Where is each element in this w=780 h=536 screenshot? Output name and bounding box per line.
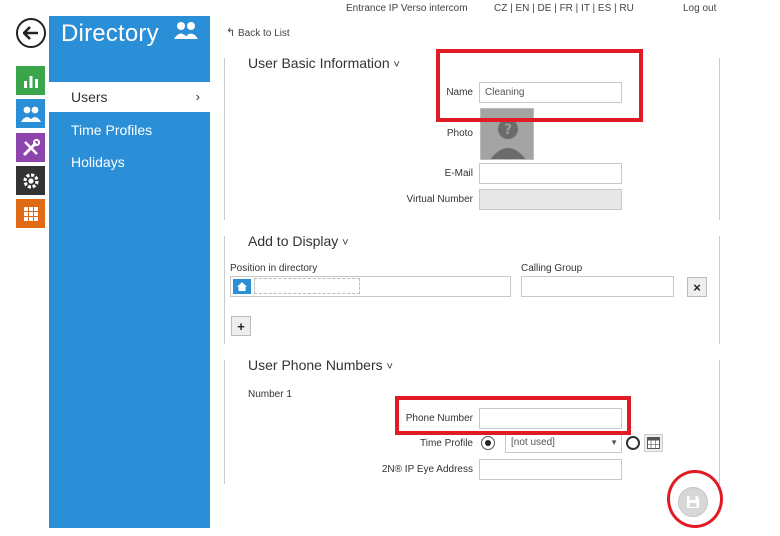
annotation-circle-save bbox=[667, 470, 723, 528]
back-to-list-link[interactable]: ↰ Back to List bbox=[226, 26, 290, 39]
email-field[interactable] bbox=[479, 163, 622, 184]
sidebar-item-holidays[interactable]: Holidays bbox=[49, 147, 210, 177]
time-profile-label: Time Profile bbox=[420, 438, 473, 449]
section-title[interactable]: Add to Display ˅ bbox=[248, 233, 349, 249]
section-title[interactable]: User Basic Information ˅ bbox=[248, 55, 400, 71]
email-label: E-Mail bbox=[444, 168, 473, 179]
tools-icon[interactable] bbox=[16, 133, 45, 162]
radio-selected-icon[interactable] bbox=[481, 436, 495, 450]
chevron-right-icon: › bbox=[195, 89, 200, 104]
sidebar-item-users[interactable]: Users › bbox=[49, 82, 210, 112]
add-to-display-panel: Add to Display ˅ Position in directory C… bbox=[224, 233, 720, 344]
dropdown-arrow-icon: ▼ bbox=[610, 438, 618, 447]
chevron-down-icon: ˅ bbox=[393, 59, 400, 71]
annotation-highlight-phone bbox=[395, 396, 631, 435]
chart-icon[interactable] bbox=[16, 66, 45, 95]
position-label: Position in directory bbox=[230, 263, 318, 274]
grid-icon[interactable] bbox=[16, 199, 45, 228]
users-icon bbox=[173, 20, 199, 45]
sidebar-title: Directory bbox=[61, 20, 159, 47]
users-icon[interactable] bbox=[16, 99, 45, 128]
calling-group-field[interactable] bbox=[521, 276, 674, 297]
virtual-number-field bbox=[479, 189, 622, 210]
number-1-label: Number 1 bbox=[248, 389, 292, 400]
svg-text:?: ? bbox=[504, 122, 512, 138]
device-name: Entrance IP Verso intercom bbox=[346, 3, 468, 14]
photo-label: Photo bbox=[446, 128, 473, 139]
sidebar-item-label: Time Profiles bbox=[71, 122, 153, 138]
chevron-down-icon: ˅ bbox=[342, 237, 349, 249]
gear-icon[interactable] bbox=[16, 166, 45, 195]
sidebar-item-label: Holidays bbox=[71, 154, 125, 170]
section-title[interactable]: User Phone Numbers ˅ bbox=[248, 357, 393, 373]
annotation-highlight-name bbox=[436, 49, 643, 122]
back-arrow-icon: ↰ bbox=[226, 27, 236, 39]
sidebar: Directory Users › Time Profiles Holidays bbox=[49, 16, 210, 528]
virtual-number-label: Virtual Number bbox=[406, 194, 473, 205]
drop-zone[interactable] bbox=[254, 278, 360, 294]
language-selector[interactable]: CZ | EN | DE | FR | IT | ES | RU bbox=[494, 3, 634, 14]
sidebar-item-time-profiles[interactable]: Time Profiles bbox=[49, 115, 210, 145]
icon-rail bbox=[0, 0, 48, 536]
calendar-icon[interactable] bbox=[644, 434, 663, 452]
sidebar-item-label: Users bbox=[71, 89, 108, 105]
radio-unselected-icon[interactable] bbox=[626, 436, 640, 450]
logout-link[interactable]: Log out bbox=[683, 3, 716, 14]
ip-eye-address-field[interactable] bbox=[479, 459, 622, 480]
chevron-down-icon: ˅ bbox=[386, 361, 393, 373]
back-arrow-icon[interactable] bbox=[16, 18, 46, 48]
calling-group-label: Calling Group bbox=[521, 263, 583, 274]
position-in-directory-field[interactable] bbox=[230, 276, 511, 297]
time-profile-select[interactable]: [not used] ▼ bbox=[505, 433, 622, 453]
add-position-button[interactable]: + bbox=[231, 316, 251, 336]
home-icon[interactable] bbox=[233, 279, 251, 294]
ip-eye-label: 2N® IP Eye Address bbox=[381, 464, 473, 475]
back-to-list-label: Back to List bbox=[238, 28, 290, 39]
remove-button[interactable]: × bbox=[687, 277, 707, 297]
